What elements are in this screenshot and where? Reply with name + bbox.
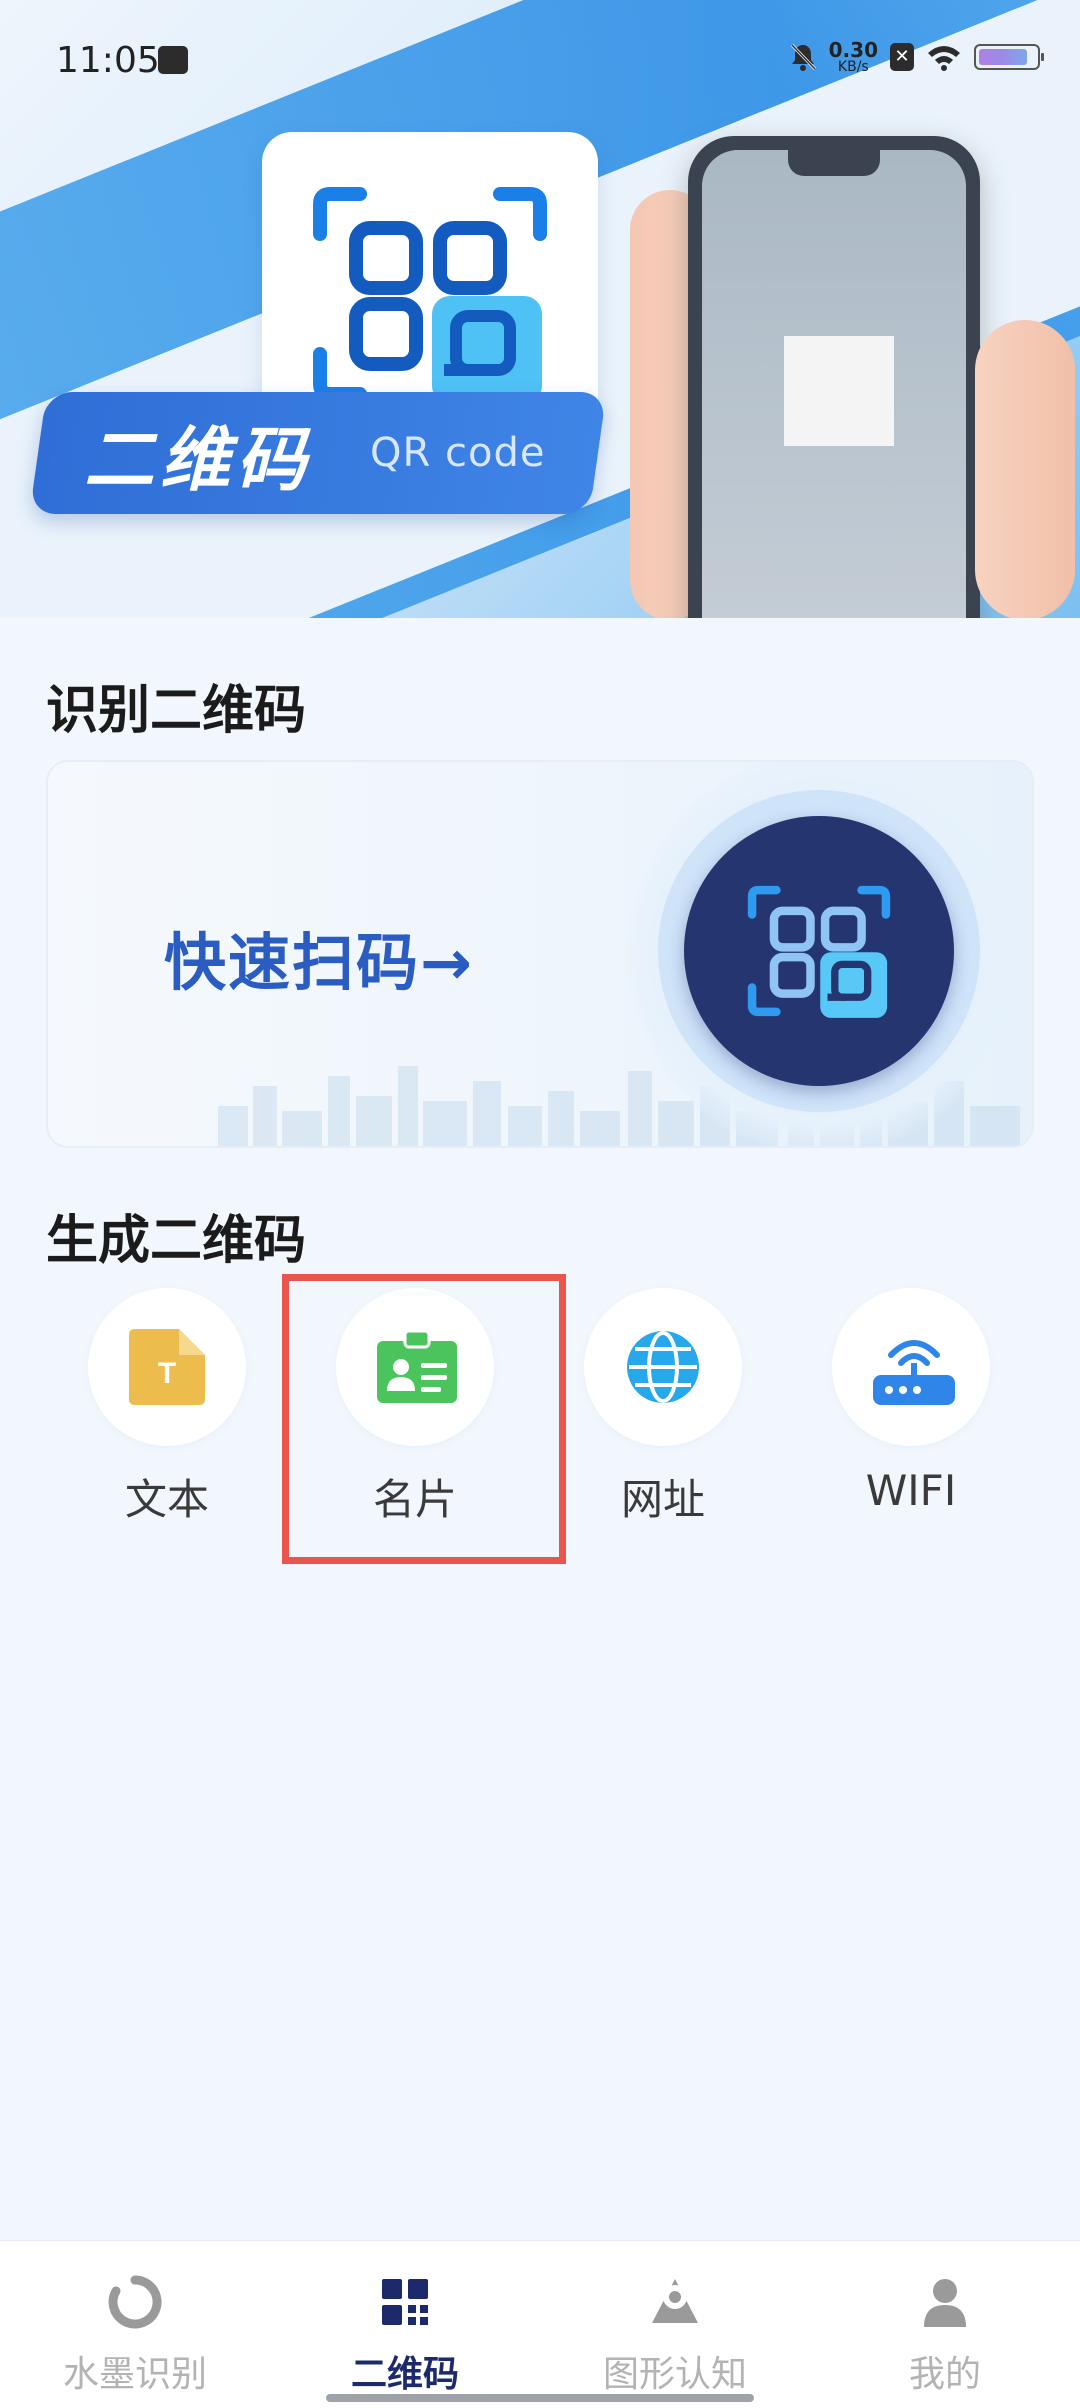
network-speed-unit: KB/s: [837, 59, 869, 75]
hero-qr-icon: [313, 187, 547, 404]
generate-section-title: 生成二维码: [46, 1211, 307, 1271]
highlight-box: [282, 1274, 566, 1564]
nav-item-shape-recognition[interactable]: 图形认知: [540, 2241, 810, 2408]
generate-url-button[interactable]: 网址: [560, 1288, 760, 1528]
quick-scan-card[interactable]: 快速扫码→: [46, 760, 1034, 1148]
hero-title-cn: 二维码: [84, 419, 312, 501]
ink-circle-icon: [108, 2275, 162, 2329]
hero-title-en: QR code: [370, 430, 546, 476]
qr-code-icon: [382, 2279, 428, 2325]
generate-wifi-button[interactable]: WIFI: [808, 1288, 1008, 1528]
home-indicator[interactable]: [326, 2394, 754, 2402]
generate-wifi-label: WIFI: [865, 1466, 957, 1515]
nav-label-profile: 我的: [908, 2354, 981, 2395]
generate-text-button[interactable]: T 文本: [64, 1288, 264, 1528]
hero-banner: 二维码 QR code 11:05 0.30 KB/s ✕: [0, 0, 1080, 618]
phone-illustration: [688, 136, 980, 618]
close-box-icon: ✕: [890, 43, 914, 71]
nav-label-shape-recognition: 图形认知: [602, 2354, 747, 2395]
notification-icon: [158, 46, 188, 74]
globe-icon: [627, 1331, 699, 1403]
shape-recognition-icon: [652, 2279, 698, 2323]
nav-item-ink-recognition[interactable]: 水墨识别: [0, 2241, 270, 2408]
generate-url-label: 网址: [620, 1475, 705, 1524]
scan-qr-icon: [747, 885, 891, 1018]
nav-item-profile[interactable]: 我的: [810, 2241, 1080, 2408]
wifi-icon: [928, 46, 960, 71]
generate-text-label: 文本: [124, 1475, 209, 1524]
hand-illustration-right: [975, 320, 1075, 618]
quick-scan-label: 快速扫码→: [164, 926, 474, 999]
battery-icon: [974, 44, 1044, 70]
wifi-router-icon: [873, 1340, 955, 1405]
svg-text:T: T: [158, 1357, 176, 1390]
text-doc-icon: T: [129, 1329, 205, 1405]
profile-icon: [924, 2279, 966, 2327]
nav-label-qr-code: 二维码: [350, 2354, 459, 2395]
scan-button[interactable]: [684, 816, 954, 1086]
mute-bell-icon: [790, 43, 816, 71]
network-speed-value: 0.30: [828, 38, 878, 62]
nav-item-qr-code[interactable]: 二维码: [270, 2241, 540, 2408]
bottom-nav: 水墨识别 二维码 图形认知 我的: [0, 2240, 1080, 2408]
status-time: 11:05: [56, 40, 160, 81]
network-speed: 0.30 KB/s: [829, 40, 878, 74]
nav-label-ink-recognition: 水墨识别: [62, 2354, 207, 2395]
battery-level: [979, 49, 1027, 65]
recognize-section-title: 识别二维码: [46, 681, 307, 741]
status-bar: 11:05 0.30 KB/s ✕: [0, 0, 1080, 120]
